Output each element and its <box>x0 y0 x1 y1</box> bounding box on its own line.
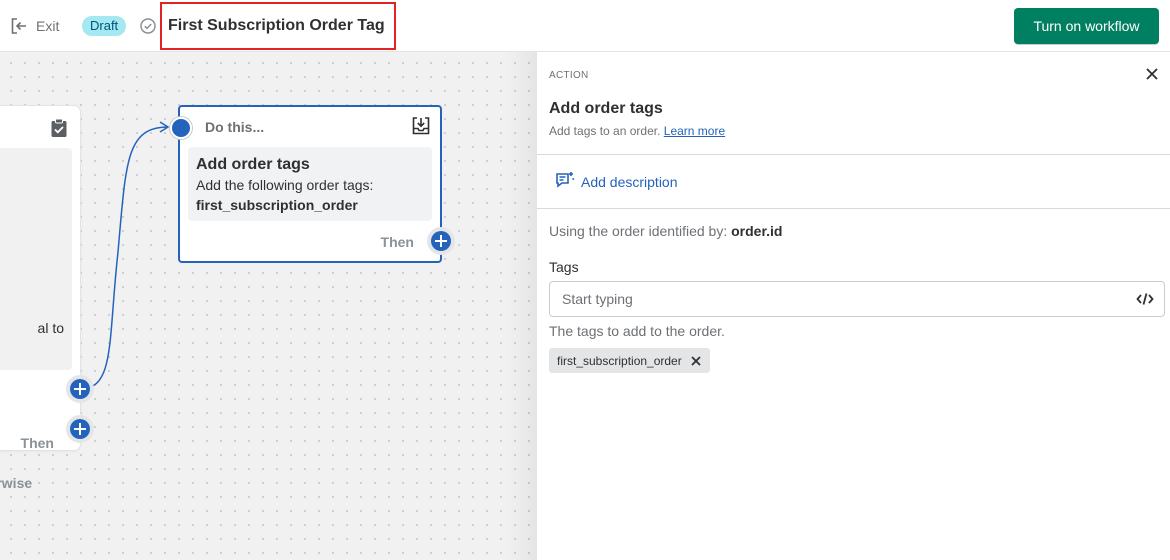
condition-card[interactable]: al to Then herwise <box>0 106 80 491</box>
order-identifier-text: Using the order identified by: order.id <box>549 223 782 239</box>
action-add-step-button[interactable] <box>427 227 455 255</box>
divider <box>537 154 1170 155</box>
tags-label: Tags <box>549 259 579 275</box>
add-description-button[interactable]: Add description <box>555 170 678 193</box>
action-card-description: Add the following order tags: <box>196 177 374 193</box>
panel-title: Add order tags <box>549 100 663 117</box>
panel-subtitle: Add tags to an order. Learn more <box>549 124 725 138</box>
turn-on-workflow-button[interactable]: Turn on workflow <box>1014 8 1159 44</box>
action-card-body: Add order tags Add the following order t… <box>188 147 432 221</box>
code-icon[interactable] <box>1136 292 1154 311</box>
close-icon[interactable] <box>1144 66 1160 82</box>
action-card-header: Do this... <box>205 119 265 135</box>
action-card-title: Add order tags <box>196 156 310 173</box>
action-card[interactable]: Do this... Add order tags Add the follow… <box>170 105 442 263</box>
workflow-canvas[interactable]: al to Then herwise Do this... Add order … <box>0 52 536 560</box>
panel-subtitle-text: Add tags to an order. <box>549 124 661 138</box>
exit-button[interactable]: Exit <box>10 15 59 37</box>
exit-icon <box>10 17 28 35</box>
action-card-tag: first_subscription_order <box>196 197 358 213</box>
learn-more-link[interactable]: Learn more <box>664 124 725 138</box>
close-icon[interactable] <box>690 355 702 367</box>
status-check-icon <box>139 17 157 35</box>
plus-icon <box>70 419 90 439</box>
workflow-title[interactable]: First Subscription Order Tag <box>160 2 396 50</box>
condition-otherwise-label: herwise <box>0 475 33 491</box>
condition-then-label: Then <box>20 435 54 451</box>
clipboard-check-icon <box>50 118 68 143</box>
then-add-step-button[interactable] <box>66 375 94 403</box>
condition-text: al to <box>37 320 64 336</box>
tag-chip: first_subscription_order <box>549 348 710 373</box>
add-description-label: Add description <box>581 173 678 190</box>
plus-icon <box>431 231 451 251</box>
tags-input[interactable] <box>562 290 1122 308</box>
top-bar: Exit Draft First Subscription Order Tag … <box>0 0 1170 52</box>
tray-download-icon <box>411 116 431 141</box>
input-connector-dot <box>170 117 192 139</box>
condition-body: al to <box>0 148 72 370</box>
action-then-label: Then <box>380 234 414 250</box>
tags-field[interactable] <box>549 281 1165 317</box>
description-icon <box>555 170 576 193</box>
divider <box>537 208 1170 209</box>
tags-help-text: The tags to add to the order. <box>549 323 725 339</box>
tag-chip-label: first_subscription_order <box>557 353 682 368</box>
otherwise-add-step-button[interactable] <box>66 415 94 443</box>
order-identifier-prefix: Using the order identified by: <box>549 223 728 239</box>
status-badge: Draft <box>82 16 127 36</box>
plus-icon <box>70 379 90 399</box>
panel-kicker: ACTION <box>549 70 589 81</box>
order-identifier-value: order.id <box>731 223 783 239</box>
action-details-panel: ACTION Add order tags Add tags to an ord… <box>536 52 1170 560</box>
exit-label: Exit <box>36 18 60 34</box>
